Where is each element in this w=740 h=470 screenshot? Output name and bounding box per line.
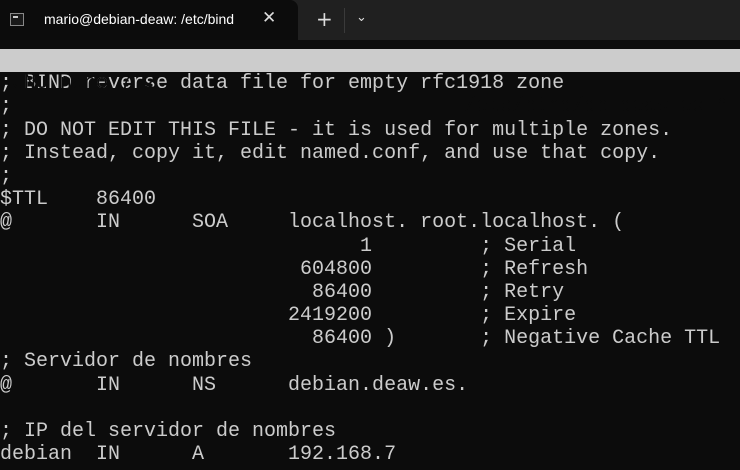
editor-content[interactable]: ; BIND reverse data file for empty rfc19… <box>0 72 740 466</box>
editor-line[interactable]: ; Servidor de nombres <box>0 350 740 373</box>
editor-line[interactable]: 86400 ; Retry <box>0 281 740 304</box>
tab-bar: mario@debian-deaw: /etc/bind ✕ + ⌄ <box>0 0 740 40</box>
tab-title: mario@debian-deaw: /etc/bind <box>44 11 235 27</box>
nano-version: GNU nano 7.2 <box>12 72 157 96</box>
editor-line[interactable]: ; <box>0 165 740 188</box>
editor-line[interactable]: @ IN SOA localhost. root.localhost. ( <box>0 211 740 234</box>
editor-line[interactable]: ; Instead, copy it, edit named.conf, and… <box>0 142 740 165</box>
editor-line[interactable]: 2419200 ; Expire <box>0 304 740 327</box>
close-tab-button[interactable]: ✕ <box>262 8 276 28</box>
chevron-down-icon[interactable]: ⌄ <box>356 10 367 25</box>
editor-line[interactable]: ; DO NOT EDIT THIS FILE - it is used for… <box>0 119 740 142</box>
terminal-tab[interactable]: mario@debian-deaw: /etc/bind ✕ <box>0 0 298 40</box>
editor-line[interactable]: @ IN NS debian.deaw.es. <box>0 374 740 397</box>
editor-line[interactable]: 86400 ) ; Negative Cache TTL <box>0 327 740 350</box>
editor-line[interactable]: ; IP del servidor de nombres <box>0 420 740 443</box>
editor-line[interactable]: $TTL 86400 <box>0 188 740 211</box>
editor-line[interactable]: 604800 ; Refresh <box>0 258 740 281</box>
new-tab-button[interactable]: + <box>316 7 333 31</box>
editor-line[interactable]: 1 ; Serial <box>0 235 740 258</box>
editor-line[interactable] <box>0 397 740 420</box>
terminal-area[interactable]: GNU nano 7.2 /etc/bind/db.deaw.es * ; BI… <box>0 49 740 466</box>
divider <box>344 8 345 33</box>
terminal-icon <box>10 13 24 26</box>
nano-filename: /etc/bind/db.deaw.es * <box>463 95 728 119</box>
nano-title-bar: GNU nano 7.2 /etc/bind/db.deaw.es * <box>0 49 740 118</box>
editor-line[interactable]: debian IN A 192.168.7 <box>0 443 740 466</box>
